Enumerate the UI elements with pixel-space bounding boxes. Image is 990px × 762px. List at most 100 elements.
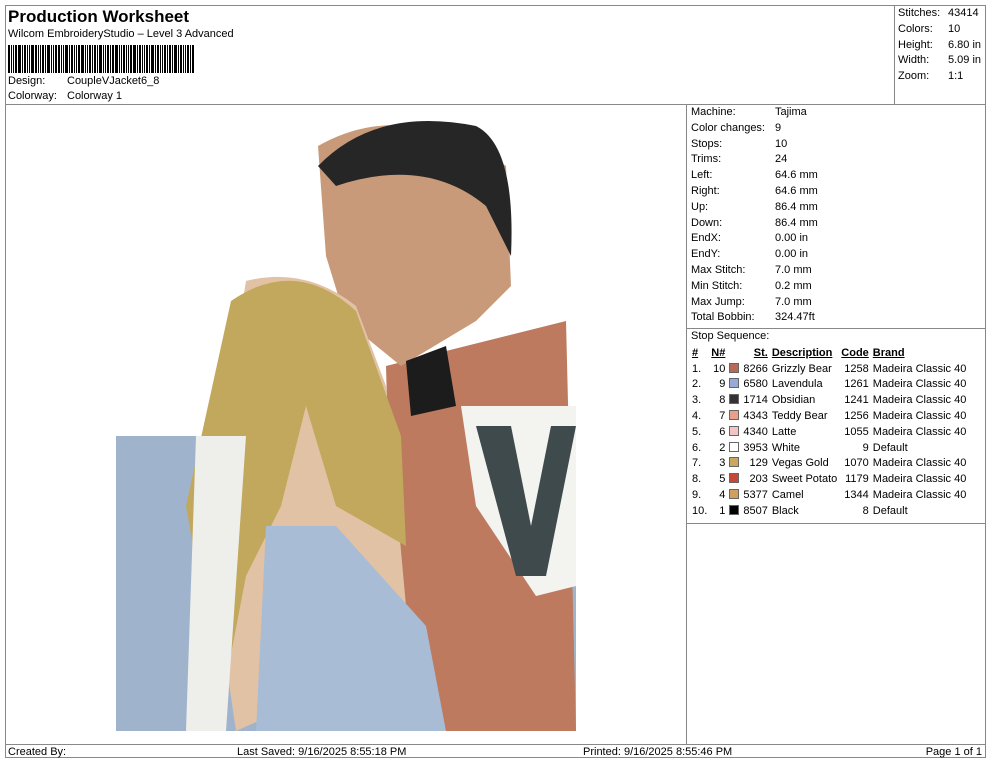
machine-value: 9	[775, 121, 782, 134]
stats-box: Stitches: 43414 Colors: 10 Height: 6.80 in Wid…	[894, 5, 986, 104]
column-header: Description	[771, 346, 833, 359]
last-saved: Last Saved: 9/16/2025 8:55:18 PM	[237, 746, 407, 758]
design-row: Design: CoupleVJacket6_8	[8, 75, 159, 87]
barcode	[8, 45, 235, 73]
thread-description: Camel	[771, 489, 804, 502]
machine-label: Trims:	[691, 153, 722, 166]
page-number: Page 1 of 1	[925, 746, 982, 758]
row-index: 5.	[692, 425, 702, 438]
stat-label: Zoom:	[898, 70, 930, 83]
machine-value: 86.4 mm	[775, 200, 818, 213]
machine-row: Min Stitch: 0.2 mm	[687, 279, 986, 295]
thread-code: 8	[862, 504, 869, 517]
stat-value: 1:1	[948, 70, 964, 83]
machine-row: Stops: 10	[687, 137, 986, 153]
row-index: 7.	[692, 457, 702, 470]
thread-description: Grizzly Bear	[771, 362, 832, 375]
machine-row: Max Stitch: 7.0 mm	[687, 263, 986, 279]
machine-row: EndX: 0.00 in	[687, 231, 986, 247]
machine-value: 324.47ft	[775, 311, 815, 324]
needle-number: 1	[719, 504, 726, 517]
machine-value: 0.00 in	[775, 248, 809, 261]
needle-number: 8	[719, 394, 726, 407]
stitch-count: 1714	[743, 394, 768, 407]
stat-value: 10	[948, 22, 961, 35]
thread-brand: Madeira Classic 40	[872, 394, 967, 407]
thread-code: 1070	[844, 457, 869, 470]
color-swatch	[729, 394, 740, 405]
table-row: 4. 7 4343 Teddy Bear 1256 Madeira Classic 40	[690, 408, 968, 424]
needle-number: 5	[719, 473, 726, 486]
thread-description: White	[771, 441, 800, 454]
info-panel: Machine: Tajima Color changes: 9 Stops: 10 Tri…	[686, 105, 986, 744]
machine-label: EndY:	[691, 248, 721, 261]
colorway-name: Colorway 1	[67, 90, 123, 102]
machine-label: Color changes:	[691, 121, 765, 134]
thread-description: Lavendula	[771, 378, 823, 391]
table-row: 2. 9 6580 Lavendula 1261 Madeira Classic 40	[690, 377, 968, 393]
stat-row: Width: 5.09 in	[898, 53, 983, 69]
stat-row: Zoom: 1:1	[898, 69, 983, 85]
printed-date: Printed: 9/16/2025 8:55:46 PM	[583, 746, 733, 758]
thread-code: 1055	[844, 425, 869, 438]
machine-label: EndX:	[691, 232, 721, 245]
stat-value: 5.09 in	[948, 54, 982, 67]
stat-value: 6.80 in	[948, 38, 982, 51]
machine-row: Trims: 24	[687, 152, 986, 168]
embroidery-image	[116, 121, 576, 731]
machine-details: Machine: Tajima Color changes: 9 Stops: 10 Tri…	[687, 105, 986, 326]
footer: Created By: Last Saved: 9/16/2025 8:55:1…	[5, 744, 986, 758]
needle-number: 4	[719, 489, 726, 502]
machine-row: Max Jump: 7.0 mm	[687, 295, 986, 311]
colorway-label: Colorway:	[8, 90, 57, 102]
stitch-count: 8266	[743, 362, 768, 375]
color-swatch	[729, 504, 740, 515]
machine-row: Right: 64.6 mm	[687, 184, 986, 200]
table-row: 8. 5 203 Sweet Potato 1179 Madeira Classic 40	[690, 471, 968, 487]
color-swatch	[729, 489, 740, 500]
design-name: CoupleVJacket6_8	[67, 75, 160, 87]
row-index: 10.	[692, 504, 708, 517]
machine-value: 24	[775, 153, 788, 166]
thread-description: Obsidian	[771, 394, 816, 407]
thread-brand: Default	[872, 441, 908, 454]
stitch-count: 4340	[743, 425, 768, 438]
needle-number: 6	[719, 425, 726, 438]
thread-description: Teddy Bear	[771, 410, 828, 423]
machine-value: 0.00 in	[775, 232, 809, 245]
needle-number: 10	[713, 362, 726, 375]
table-row: 5. 6 4340 Latte 1055 Madeira Classic 40	[690, 424, 968, 440]
row-index: 1.	[692, 362, 702, 375]
design-preview	[6, 106, 686, 744]
thread-code: 1258	[844, 362, 869, 375]
machine-label: Max Stitch:	[691, 263, 746, 276]
table-row: 7. 3 129 Vegas Gold 1070 Madeira Classic 40	[690, 456, 968, 472]
column-header: Code	[841, 346, 869, 359]
column-header: #	[692, 346, 699, 359]
machine-label: Min Stitch:	[691, 279, 743, 292]
stat-label: Height:	[898, 38, 933, 51]
machine-row: Left: 64.6 mm	[687, 168, 986, 184]
color-swatch	[729, 410, 740, 421]
column-header: N#	[711, 346, 726, 359]
row-index: 2.	[692, 378, 702, 391]
thread-brand: Madeira Classic 40	[872, 362, 967, 375]
color-swatch	[729, 457, 740, 468]
machine-label: Total Bobbin:	[691, 311, 755, 324]
machine-value: 0.2 mm	[775, 279, 812, 292]
worksheet-header: Production Worksheet Wilcom EmbroiderySt…	[5, 5, 986, 105]
color-swatch	[729, 425, 740, 436]
machine-row: Down: 86.4 mm	[687, 216, 986, 232]
machine-value: 86.4 mm	[775, 216, 818, 229]
machine-label: Down:	[691, 216, 723, 229]
machine-value: 64.6 mm	[775, 184, 818, 197]
thread-description: Black	[771, 504, 799, 517]
stitch-count: 6580	[743, 378, 768, 391]
table-row: 10. 1 8507 Black 8 Default	[690, 503, 968, 519]
color-swatch	[729, 362, 740, 373]
thread-code: 9	[862, 441, 869, 454]
machine-label: Stops:	[691, 137, 723, 150]
thread-brand: Madeira Classic 40	[872, 410, 967, 423]
thread-description: Sweet Potato	[771, 473, 838, 486]
machine-row: Color changes: 9	[687, 121, 986, 137]
